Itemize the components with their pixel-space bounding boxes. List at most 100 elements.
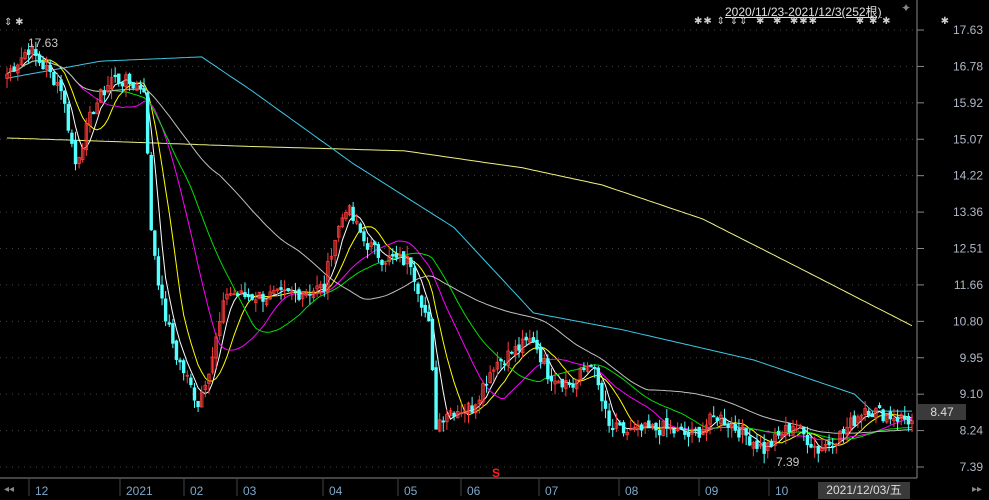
candle[interactable] — [524, 332, 528, 347]
candle[interactable] — [373, 240, 377, 255]
candle[interactable] — [513, 339, 518, 363]
candle[interactable] — [881, 408, 885, 423]
candle[interactable] — [117, 73, 121, 87]
candle[interactable] — [661, 420, 665, 437]
candle[interactable] — [203, 380, 208, 398]
candle[interactable] — [636, 419, 640, 437]
candle[interactable] — [419, 294, 424, 317]
candle[interactable] — [171, 318, 175, 349]
candle[interactable] — [333, 239, 337, 265]
candle[interactable] — [474, 403, 478, 419]
candle[interactable] — [70, 129, 74, 148]
candle[interactable] — [351, 201, 355, 225]
candle[interactable] — [773, 428, 777, 452]
candle[interactable] — [596, 366, 601, 390]
candle[interactable] — [603, 390, 608, 419]
candle[interactable] — [340, 213, 345, 229]
candle[interactable] — [856, 414, 860, 429]
candle[interactable] — [899, 412, 903, 426]
candle[interactable] — [488, 365, 492, 384]
candle[interactable] — [257, 291, 262, 300]
candle[interactable] — [870, 410, 875, 418]
candle[interactable] — [228, 286, 233, 297]
candle[interactable] — [877, 402, 882, 409]
candle[interactable] — [200, 385, 204, 408]
candle[interactable] — [733, 415, 738, 434]
candle[interactable] — [585, 362, 590, 375]
candle[interactable] — [744, 428, 748, 446]
candle[interactable] — [261, 291, 265, 313]
candle[interactable] — [218, 312, 222, 341]
candle[interactable] — [109, 68, 114, 100]
candle[interactable] — [852, 410, 857, 427]
candle[interactable] — [73, 131, 78, 171]
candle[interactable] — [520, 329, 525, 359]
candle[interactable] — [264, 298, 269, 307]
candle[interactable] — [127, 72, 132, 92]
candle[interactable] — [794, 420, 799, 432]
candle[interactable] — [8, 64, 13, 82]
candle[interactable] — [12, 62, 16, 73]
candle[interactable] — [192, 383, 197, 408]
pin-icon[interactable]: ✦ — [901, 1, 911, 15]
candle[interactable] — [268, 285, 272, 301]
candle[interactable] — [329, 248, 334, 267]
candle[interactable] — [755, 433, 759, 453]
candle[interactable] — [106, 76, 110, 94]
candle[interactable] — [466, 401, 471, 424]
candle[interactable] — [769, 438, 774, 448]
candle[interactable] — [153, 229, 157, 260]
candle[interactable] — [304, 288, 308, 298]
candle[interactable] — [66, 101, 70, 133]
candle[interactable] — [816, 445, 820, 463]
candle[interactable] — [441, 416, 445, 432]
candle[interactable] — [885, 413, 889, 424]
candle[interactable] — [748, 428, 752, 447]
candle[interactable] — [776, 426, 781, 440]
candle[interactable] — [484, 375, 489, 393]
candle[interactable] — [225, 288, 229, 306]
candle[interactable] — [19, 47, 24, 68]
candle[interactable] — [423, 296, 427, 318]
candle[interactable] — [906, 412, 911, 432]
candle[interactable] — [564, 370, 568, 397]
candle[interactable] — [344, 209, 348, 222]
candle[interactable] — [470, 396, 474, 413]
candle[interactable] — [625, 428, 629, 441]
candle[interactable] — [250, 293, 254, 301]
candle[interactable] — [895, 409, 900, 431]
candle[interactable] — [91, 111, 96, 115]
candle[interactable] — [149, 151, 153, 232]
candle[interactable] — [737, 419, 741, 442]
candle[interactable] — [99, 88, 103, 104]
candle[interactable] — [701, 422, 705, 436]
candle[interactable] — [607, 403, 611, 433]
candle[interactable] — [185, 370, 189, 384]
candle[interactable] — [452, 411, 456, 421]
candle[interactable] — [611, 418, 615, 437]
candle[interactable] — [62, 90, 67, 113]
candle[interactable] — [383, 261, 388, 272]
candle[interactable] — [711, 406, 716, 418]
candle[interactable] — [52, 71, 56, 87]
candle[interactable] — [88, 105, 92, 133]
candle[interactable] — [5, 67, 9, 88]
candle[interactable] — [84, 118, 89, 156]
candle[interactable] — [282, 280, 287, 298]
candle[interactable] — [178, 357, 182, 371]
candle[interactable] — [535, 330, 539, 354]
candle[interactable] — [236, 291, 240, 297]
candle[interactable] — [571, 377, 575, 393]
candle[interactable] — [823, 439, 828, 453]
candle[interactable] — [888, 406, 893, 425]
candle[interactable] — [903, 406, 907, 425]
candle[interactable] — [279, 280, 283, 300]
candle[interactable] — [589, 363, 593, 367]
candle[interactable] — [59, 74, 63, 100]
candle[interactable] — [574, 379, 579, 397]
candle[interactable] — [697, 426, 701, 443]
candle[interactable] — [654, 422, 658, 438]
candle[interactable] — [499, 357, 503, 369]
candle[interactable] — [730, 417, 734, 438]
candle[interactable] — [830, 438, 835, 454]
